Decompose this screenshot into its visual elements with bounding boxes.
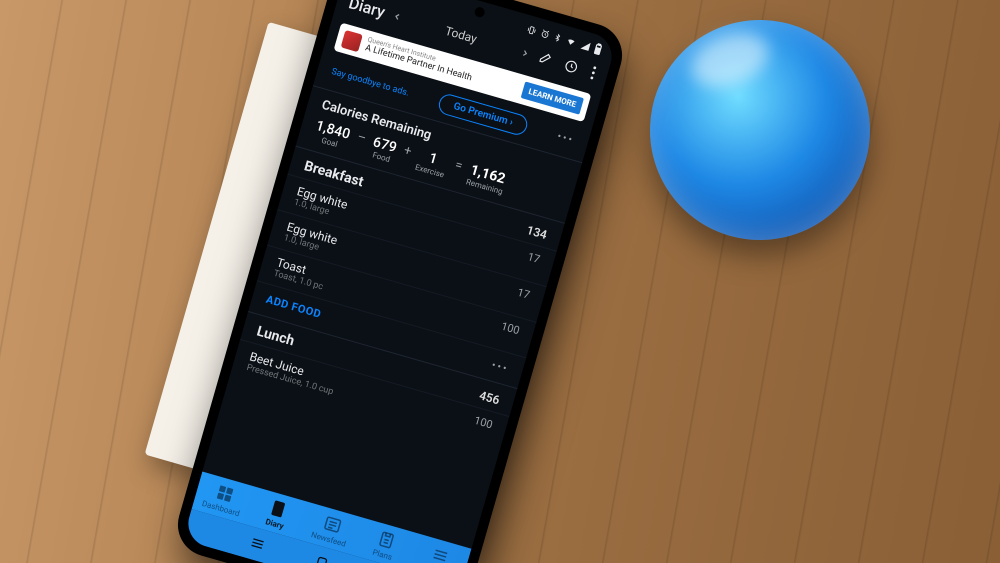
food-cal: 100 [470, 414, 494, 442]
cal-remaining: 1,162 Remaining [465, 162, 508, 196]
equals-sign: = [448, 157, 466, 184]
diary-title: Diary [347, 0, 388, 22]
meal-total: 134 [525, 223, 549, 242]
ad-brand-icon [341, 30, 363, 52]
overflow-menu-icon[interactable] [590, 65, 598, 80]
edit-icon[interactable] [536, 50, 553, 67]
plans-icon [375, 529, 397, 551]
home-button[interactable] [311, 551, 333, 563]
scene-background: 1:41 ▸ ▸ • [0, 0, 1000, 563]
vibrate-icon [526, 24, 538, 36]
cal-exercise: 1 Exercise [414, 147, 450, 179]
prev-day-button[interactable] [391, 10, 403, 22]
meal-total: 456 [478, 388, 502, 407]
cal-food: 679 Food [369, 134, 399, 165]
dashboard-icon [214, 483, 236, 505]
meal-overflow-icon[interactable]: ••• [490, 359, 524, 380]
food-cal: 100 [497, 320, 521, 348]
signal-icon [579, 39, 591, 51]
food-cal: 17 [513, 286, 532, 312]
nav-more[interactable]: More [408, 539, 470, 563]
nav-plans[interactable]: Plans [354, 524, 416, 563]
battery-icon [593, 42, 604, 56]
alarm-icon [539, 28, 551, 40]
food-cal: 17 [523, 250, 542, 276]
app-screen: 1:41 ▸ ▸ • [183, 0, 618, 563]
next-day-button[interactable] [519, 47, 531, 59]
newsfeed-icon [322, 513, 344, 535]
bluetooth-icon [552, 32, 562, 44]
ad-cta-button[interactable]: LEARN MORE [521, 82, 584, 115]
wifi-icon [564, 35, 578, 48]
cal-goal: 1,840 Goal [311, 118, 352, 152]
more-icon [429, 544, 451, 563]
minus-sign: – [351, 129, 370, 156]
header-actions [536, 50, 598, 80]
recents-button[interactable] [247, 533, 269, 555]
diary-icon [268, 498, 290, 520]
water-glass [650, 20, 870, 240]
clock-icon[interactable] [563, 57, 580, 74]
plus-sign: + [397, 143, 415, 170]
card-overflow-icon[interactable]: ••• [556, 130, 576, 147]
